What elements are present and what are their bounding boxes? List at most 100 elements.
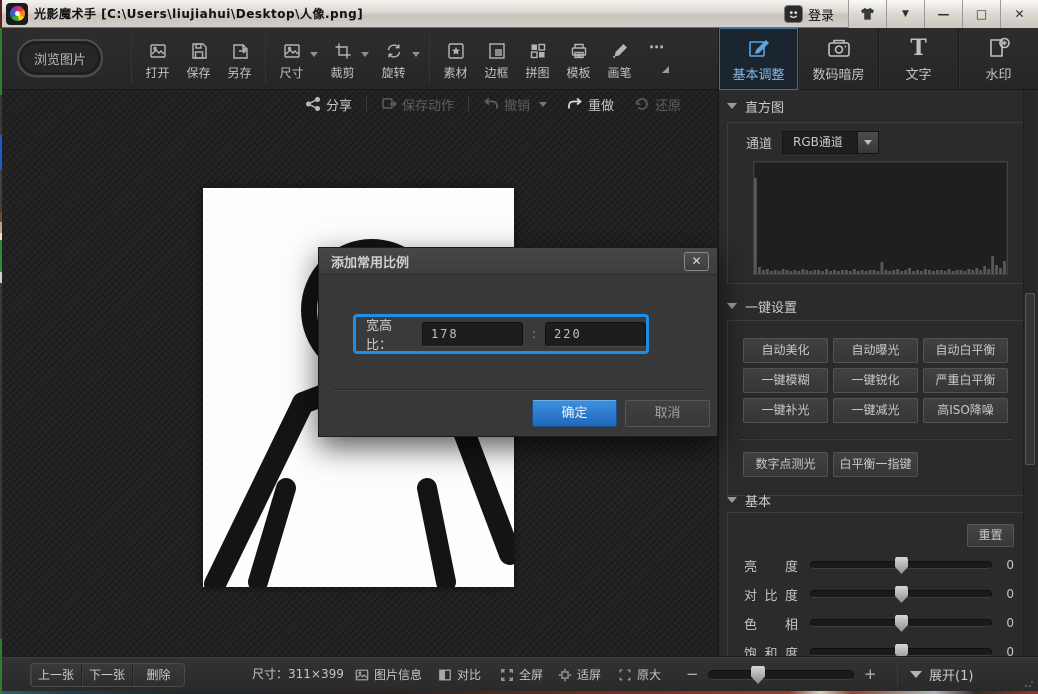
onekey-section-header[interactable]: 一键设置 <box>727 296 797 316</box>
white-balance-one-touch-button[interactable]: 白平衡一指键 <box>833 452 918 477</box>
frame-button[interactable]: 边框 <box>476 28 517 90</box>
severe-white-balance-button[interactable]: 严重白平衡 <box>923 368 1008 393</box>
previous-image-button[interactable]: 上一张 <box>31 664 82 686</box>
ratio-width-input[interactable] <box>422 322 523 347</box>
delete-image-button[interactable]: 删除 <box>133 664 184 686</box>
title-bar: 光影魔术手 [C:\Users\liujiahui\Desktop\人像.png… <box>0 0 1038 28</box>
share-icon <box>305 96 321 112</box>
onekey-sharpen-button[interactable]: 一键锐化 <box>833 368 918 393</box>
slider-thumb[interactable] <box>895 586 908 603</box>
auto-white-balance-button[interactable]: 自动白平衡 <box>923 338 1008 363</box>
editor-canvas: 分享 保存动作 撤销 重做 还原 <box>0 90 718 656</box>
scrollbar-thumb[interactable] <box>1025 293 1035 465</box>
ratio-colon: : <box>532 327 536 341</box>
digital-spot-metering-button[interactable]: 数字点测光 <box>743 452 828 477</box>
window-title: 光影魔术手 [C:\Users\liujiahui\Desktop\人像.png… <box>34 5 363 22</box>
slider-thumb[interactable] <box>895 615 908 632</box>
fit-screen-button[interactable]: 适屏 <box>558 657 601 692</box>
collage-button[interactable]: 拼图 <box>517 28 558 90</box>
more-tools-button[interactable]: ⋯ <box>640 28 674 90</box>
saturation-slider[interactable] <box>810 648 992 656</box>
maximize-button[interactable]: □ <box>962 0 1000 28</box>
brush-icon <box>610 41 630 61</box>
onekey-fill-light-button[interactable]: 一键补光 <box>743 398 828 423</box>
resize-grip[interactable] <box>1024 678 1034 688</box>
section-divider <box>740 438 1012 440</box>
undo-dropdown-icon[interactable] <box>539 102 547 107</box>
tab-basic-adjust[interactable]: 基本调整 <box>718 28 798 90</box>
slider-thumb[interactable] <box>895 557 908 574</box>
camera-icon <box>826 36 852 60</box>
tab-text[interactable]: T 文字 <box>878 28 958 90</box>
save-as-button[interactable]: 另存 <box>219 28 260 90</box>
smiley-avatar-icon <box>784 5 803 23</box>
brush-button[interactable]: 画笔 <box>599 28 640 90</box>
mode-tabs: 基本调整 数码暗房 T 文字 水印 <box>718 28 1038 90</box>
undo-button[interactable]: 撤销 <box>473 95 557 114</box>
fit-screen-icon <box>558 668 572 682</box>
image-info-button[interactable]: 图片信息 <box>355 657 422 692</box>
browse-images-button[interactable]: 浏览图片 <box>17 39 103 77</box>
auto-beautify-button[interactable]: 自动美化 <box>743 338 828 363</box>
dialog-divider <box>333 389 703 391</box>
histogram-display <box>753 161 1008 275</box>
contrast-slider[interactable] <box>810 590 992 598</box>
dropdown-arrow-icon[interactable] <box>361 52 369 57</box>
dropdown-arrow-icon[interactable] <box>412 52 420 57</box>
menu-chevron-button[interactable]: ▼ <box>886 0 924 28</box>
reset-button[interactable]: 重置 <box>967 524 1014 547</box>
save-action-button[interactable]: 保存动作 <box>371 95 464 114</box>
basic-section-header[interactable]: 基本 <box>727 490 771 510</box>
template-button[interactable]: 模板 <box>558 28 599 90</box>
next-image-button[interactable]: 下一张 <box>82 664 133 686</box>
fullscreen-button[interactable]: 全屏 <box>500 657 543 692</box>
onekey-dim-light-button[interactable]: 一键减光 <box>833 398 918 423</box>
resize-button[interactable]: 尺寸 <box>271 28 312 90</box>
onekey-blur-button[interactable]: 一键模糊 <box>743 368 828 393</box>
dialog-title: 添加常用比例 <box>331 252 684 271</box>
dropdown-arrow-icon[interactable] <box>310 52 318 57</box>
brightness-slider[interactable] <box>810 561 992 569</box>
tab-watermark[interactable]: 水印 <box>958 28 1038 90</box>
zoom-in-button[interactable]: + <box>864 657 877 692</box>
action-bar: 分享 保存动作 撤销 重做 还原 <box>295 90 691 118</box>
image-info-icon <box>355 668 369 682</box>
onekey-section: 自动美化 自动曝光 自动白平衡 一键模糊 一键锐化 严重白平衡 一键补光 一键减… <box>727 320 1025 496</box>
close-button[interactable]: ✕ <box>1000 0 1038 28</box>
save-button[interactable]: 保存 <box>178 28 219 90</box>
dialog-title-bar[interactable]: 添加常用比例 ✕ <box>319 248 717 275</box>
channel-dropdown-button[interactable] <box>858 131 879 154</box>
rotate-button[interactable]: 旋转 <box>373 28 414 90</box>
original-size-button[interactable]: 原大 <box>618 657 661 692</box>
zoom-out-button[interactable]: − <box>686 657 699 692</box>
channel-select[interactable]: RGB通道 <box>782 131 858 154</box>
chevron-down-icon <box>864 140 872 145</box>
channel-label: 通道 <box>746 133 772 152</box>
compare-button[interactable]: 对比 <box>438 657 481 692</box>
tab-digital-darkroom[interactable]: 数码暗房 <box>798 28 878 90</box>
ok-button[interactable]: 确定 <box>532 400 617 427</box>
auto-exposure-button[interactable]: 自动曝光 <box>833 338 918 363</box>
zoom-slider-thumb[interactable] <box>751 666 765 684</box>
ratio-height-input[interactable] <box>545 322 646 347</box>
material-button[interactable]: 素材 <box>435 28 476 90</box>
skin-button[interactable] <box>848 0 886 28</box>
crop-button[interactable]: 裁剪 <box>322 28 363 90</box>
save-action-icon <box>381 96 397 112</box>
minimize-button[interactable]: — <box>924 0 962 28</box>
panel-scrollbar[interactable] <box>1023 90 1036 656</box>
dialog-close-button[interactable]: ✕ <box>684 252 709 271</box>
histogram-section-header[interactable]: 直方图 <box>727 96 784 116</box>
rotate-icon <box>384 41 404 61</box>
share-button[interactable]: 分享 <box>295 95 362 114</box>
high-iso-denoise-button[interactable]: 高ISO降噪 <box>923 398 1008 423</box>
login-button[interactable]: 登录 <box>776 0 848 28</box>
restore-button[interactable]: 还原 <box>624 95 691 114</box>
redo-button[interactable]: 重做 <box>557 95 624 114</box>
hue-slider[interactable] <box>810 619 992 627</box>
cancel-button[interactable]: 取消 <box>625 400 710 427</box>
frame-icon <box>487 41 507 61</box>
open-button[interactable]: 打开 <box>137 28 178 90</box>
zoom-slider[interactable] <box>708 670 854 680</box>
expand-panel-button[interactable]: 展开(1) <box>910 657 973 692</box>
